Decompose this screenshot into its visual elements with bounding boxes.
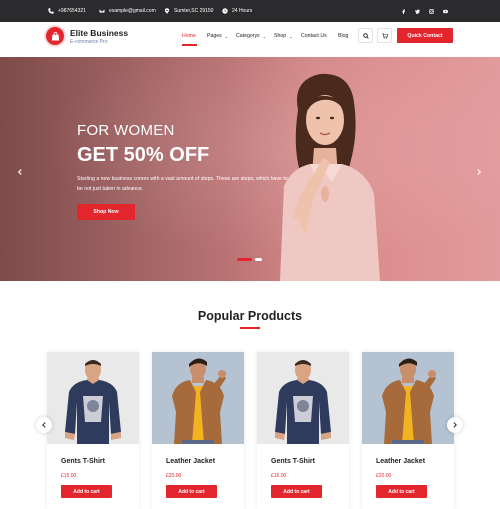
chevron-left-icon <box>17 169 22 175</box>
product-name[interactable]: Leather Jacket <box>166 458 215 465</box>
product-price: £20.00 <box>166 473 182 479</box>
product-price: £15.00 <box>61 473 77 479</box>
brand-name[interactable]: Elite Business <box>70 28 128 38</box>
mail-icon <box>99 8 105 14</box>
product-card[interactable]: Leather Jacket £20.00 Add to cart <box>362 352 454 509</box>
section-title-underline <box>240 327 260 329</box>
nav-blog-label: Blog <box>338 33 349 39</box>
brand-tagline: E-commerce Pro <box>70 39 108 45</box>
product-image[interactable] <box>152 352 244 444</box>
hero-eyebrow: FOR WOMEN <box>77 122 175 139</box>
add-to-cart-button[interactable]: Add to cart <box>376 485 427 498</box>
product-image[interactable] <box>47 352 139 444</box>
nav-categorys-label: Categorys <box>236 33 260 39</box>
nav-home[interactable]: Home <box>182 22 196 50</box>
address-contact: Sumter,SC 29150 <box>164 0 213 22</box>
phone-icon <box>48 8 54 14</box>
jacket-model-image <box>172 358 226 444</box>
address-text: Sumter,SC 29150 <box>174 8 214 14</box>
products-next-arrow[interactable] <box>447 417 463 433</box>
tshirt-model-image <box>275 360 331 444</box>
hero-next-arrow[interactable] <box>474 167 484 177</box>
nav-home-label: Home <box>182 33 196 39</box>
slider-dot[interactable] <box>255 258 262 261</box>
add-to-cart-button[interactable]: Add to cart <box>61 485 112 498</box>
product-name[interactable]: Gents T-Shirt <box>61 458 105 465</box>
top-bar: +987654321 example@gmail.com Sumter,SC 2… <box>0 0 500 22</box>
phone-contact[interactable]: +987654321 <box>48 0 86 22</box>
nav-pages-label: Pages <box>207 33 222 39</box>
product-card[interactable]: Leather Jacket £20.00 Add to cart <box>152 352 244 509</box>
chevron-left-icon <box>42 422 46 428</box>
hero-backdrop <box>0 57 500 281</box>
product-image[interactable] <box>257 352 349 444</box>
product-card[interactable]: Gents T-Shirt £15.00 Add to cart <box>257 352 349 509</box>
phone-number: +987654321 <box>58 8 86 14</box>
search-button[interactable] <box>358 28 373 43</box>
product-name[interactable]: Leather Jacket <box>376 458 425 465</box>
add-to-cart-button[interactable]: Add to cart <box>166 485 217 498</box>
cart-icon <box>381 32 388 39</box>
add-to-cart-button[interactable]: Add to cart <box>271 485 322 498</box>
cart-button[interactable] <box>377 28 392 43</box>
slider-dot-active[interactable] <box>237 258 252 261</box>
clock-icon <box>222 8 228 14</box>
nav-pages[interactable]: Pages ⌄ <box>207 22 228 50</box>
active-nav-indicator <box>182 44 197 46</box>
hero-headline: GET 50% OFF <box>77 144 210 166</box>
chevron-right-icon <box>477 169 482 175</box>
hero-description: Starting a new business comes with a vas… <box>77 176 288 192</box>
twitter-icon[interactable] <box>413 7 421 15</box>
shopping-bag-icon <box>51 31 59 41</box>
tshirt-model-image <box>65 360 121 444</box>
nav-contact-us[interactable]: Contact Us <box>301 22 327 50</box>
chevron-right-icon <box>453 422 457 428</box>
products-prev-arrow[interactable] <box>36 417 52 433</box>
hero-slider: FOR WOMEN GET 50% OFF Starting a new bus… <box>0 57 500 281</box>
youtube-icon[interactable] <box>441 7 449 15</box>
section-title: Popular Products <box>197 309 303 323</box>
product-name[interactable]: Gents T-Shirt <box>271 458 315 465</box>
nav-blog[interactable]: Blog <box>338 22 348 50</box>
jacket-model-image <box>382 358 436 444</box>
email-contact[interactable]: example@gmail.com <box>99 0 156 22</box>
search-icon <box>362 32 369 39</box>
location-pin-icon <box>164 8 170 14</box>
hero-prev-arrow[interactable] <box>15 167 25 177</box>
product-price: £15.00 <box>271 473 287 479</box>
hours-text: 24 Hours <box>232 8 253 14</box>
nav-shop-label: Shop <box>274 33 287 39</box>
instagram-icon[interactable] <box>427 7 435 15</box>
nav-shop[interactable]: Shop ⌄ <box>274 22 292 50</box>
product-price: £20.00 <box>376 473 392 479</box>
shop-now-button[interactable]: Shop Now <box>77 204 135 220</box>
nav-contact-us-label: Contact Us <box>301 33 327 39</box>
hours-info: 24 Hours <box>222 0 252 22</box>
page: +987654321 example@gmail.com Sumter,SC 2… <box>0 0 500 509</box>
nav-categorys[interactable]: Categorys ⌄ <box>236 22 266 50</box>
chevron-down-icon: ⌄ <box>262 33 267 39</box>
chevron-down-icon: ⌄ <box>224 33 229 39</box>
site-header: Elite Business E-commerce Pro Home Pages… <box>0 22 500 57</box>
product-card[interactable]: Gents T-Shirt £15.00 Add to cart <box>47 352 139 509</box>
chevron-down-icon: ⌄ <box>289 33 293 39</box>
quick-contact-button[interactable]: Quick Contact <box>397 28 453 43</box>
logo[interactable] <box>46 27 64 45</box>
facebook-icon[interactable] <box>399 7 407 15</box>
product-image[interactable] <box>362 352 454 444</box>
email-address: example@gmail.com <box>109 8 156 14</box>
